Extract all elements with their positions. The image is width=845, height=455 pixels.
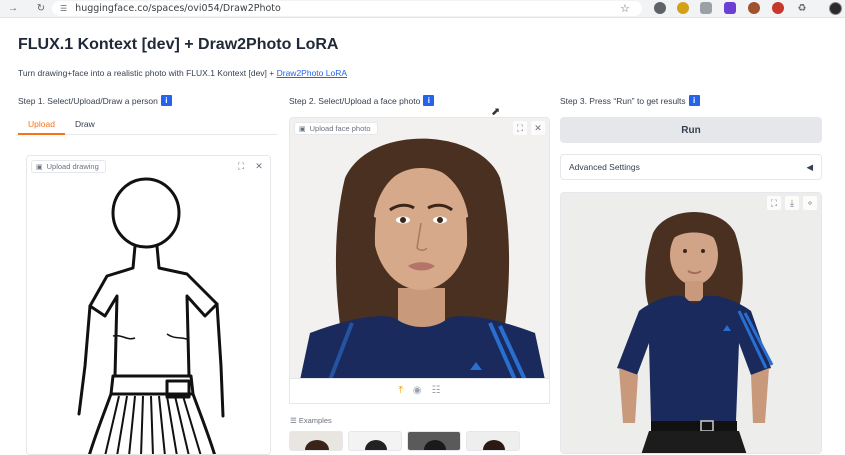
- step1-tabs: Upload Draw: [18, 118, 277, 135]
- download-icon[interactable]: ⤓: [785, 196, 799, 210]
- reload-icon[interactable]: ↻: [34, 2, 48, 16]
- example-face-image: [483, 440, 505, 450]
- step1-text: Step 1. Select/Upload/Draw a person: [18, 95, 158, 106]
- step1-label: Step 1. Select/Upload/Draw a person i: [18, 95, 172, 106]
- page-title: FLUX.1 Kontext [dev] + Draw2Photo LoRA: [18, 36, 339, 53]
- fullscreen-icon[interactable]: ⛶: [767, 196, 781, 210]
- step3-label: Step 3. Press “Run” to get results i: [560, 95, 700, 106]
- example-thumbnail[interactable]: [407, 431, 461, 451]
- description-text: Turn drawing+face into a realistic photo…: [18, 68, 277, 78]
- example-thumbnail[interactable]: [348, 431, 402, 451]
- globe-extension-icon[interactable]: [654, 2, 666, 14]
- example-thumbnail[interactable]: [289, 431, 343, 451]
- cookie-extension-icon[interactable]: [748, 2, 760, 14]
- puzzle-extensions-icon[interactable]: ♻: [796, 2, 808, 14]
- tab-upload[interactable]: Upload: [18, 118, 65, 135]
- draw2photo-lora-link[interactable]: Draw2Photo LoRA: [277, 68, 347, 78]
- face-panel-controls: ⛶ ✕: [513, 121, 545, 135]
- advanced-settings-accordion[interactable]: Advanced Settings ◀: [560, 154, 822, 180]
- examples-label: ☰ Examples: [290, 416, 332, 425]
- purple-extension-icon[interactable]: [724, 2, 736, 14]
- yellow-extension-icon[interactable]: [677, 2, 689, 14]
- translate-extension-icon[interactable]: [700, 2, 712, 14]
- examples-text: Examples: [298, 416, 332, 425]
- bookmark-star-icon[interactable]: ☆: [620, 2, 630, 15]
- face-photo-image: [290, 118, 549, 378]
- fullscreen-icon[interactable]: ⛶: [234, 159, 248, 173]
- example-face-image: [305, 440, 329, 450]
- upload-drawing-text: Upload drawing: [46, 162, 99, 171]
- upload-face-photo-label: ▣ Upload face photo: [294, 122, 378, 135]
- webcam-icon[interactable]: ◉: [413, 385, 422, 396]
- info-icon[interactable]: i: [688, 95, 700, 106]
- profile-avatar[interactable]: [829, 2, 842, 15]
- step2-label: Step 2. Select/Upload a face photo i: [289, 95, 435, 106]
- page-description: Turn drawing+face into a realistic photo…: [18, 68, 347, 78]
- step2-text: Step 2. Select/Upload a face photo: [289, 95, 421, 106]
- face-upload-toolbar: ⤒ ◉ ☷: [289, 378, 550, 404]
- upload-face-photo-text: Upload face photo: [309, 124, 371, 133]
- collapse-arrow-icon: ◀: [806, 161, 813, 172]
- upload-icon[interactable]: ⤒: [398, 385, 402, 396]
- result-image-panel: ⛶ ⤓ ⚬: [560, 192, 822, 454]
- site-settings-icon[interactable]: ☰: [60, 4, 67, 13]
- share-icon[interactable]: ⚬: [803, 196, 817, 210]
- example-face-image: [424, 440, 446, 450]
- example-face-image: [365, 440, 387, 450]
- image-icon: ▣: [299, 125, 306, 133]
- address-bar[interactable]: ☰ huggingface.co/spaces/ovi054/Draw2Phot…: [52, 1, 642, 16]
- upload-drawing-panel[interactable]: ▣ Upload drawing ⛶ ✕: [26, 155, 271, 455]
- close-icon[interactable]: ✕: [252, 159, 266, 173]
- vpn-extension-icon[interactable]: [772, 2, 784, 14]
- person-line-drawing: [27, 156, 270, 454]
- step3-text: Step 3. Press “Run” to get results: [560, 95, 686, 106]
- example-thumbnail[interactable]: [466, 431, 520, 451]
- clipboard-icon[interactable]: ☷: [432, 385, 441, 396]
- upload-drawing-label: ▣ Upload drawing: [31, 160, 106, 173]
- upload-face-photo-panel[interactable]: ▣ Upload face photo ⛶ ✕: [289, 117, 550, 379]
- drawing-panel-controls: ⛶ ✕: [234, 159, 266, 173]
- mouse-cursor-icon: ⬈: [491, 106, 501, 118]
- image-icon: ▣: [36, 163, 43, 171]
- close-icon[interactable]: ✕: [531, 121, 545, 135]
- run-button[interactable]: Run: [560, 117, 822, 143]
- result-panel-controls: ⛶ ⤓ ⚬: [767, 196, 817, 210]
- url-text: huggingface.co/spaces/ovi054/Draw2Photo: [75, 3, 281, 14]
- info-icon[interactable]: i: [423, 95, 435, 106]
- result-photo-image: [561, 193, 821, 453]
- tab-draw[interactable]: Draw: [65, 118, 105, 135]
- back-icon[interactable]: →: [6, 2, 20, 16]
- list-icon: ☰: [290, 416, 297, 425]
- info-icon[interactable]: i: [160, 95, 172, 106]
- fullscreen-icon[interactable]: ⛶: [513, 121, 527, 135]
- advanced-settings-text: Advanced Settings: [569, 162, 640, 172]
